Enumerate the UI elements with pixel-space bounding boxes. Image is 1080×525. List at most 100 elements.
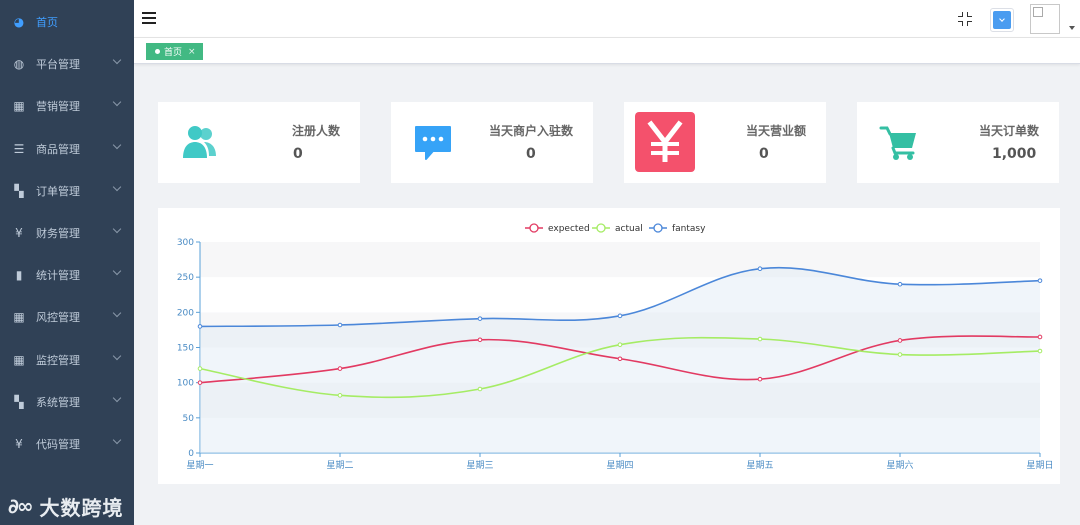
line-chart-panel: 0 50 100 150 200 250 300 星期一 星期二 星期三 星期四 星期五 星期六 星期日 e… xyxy=(158,208,1060,484)
sidebar-item-label: 统计管理 xyxy=(36,269,80,283)
hamburger-menu-icon[interactable] xyxy=(142,12,156,24)
data-point-actual xyxy=(337,393,343,398)
sidebar-item[interactable]: ◍ 平台管理 xyxy=(0,43,134,85)
legend-marker xyxy=(596,223,606,233)
y-tick-label: 150 xyxy=(177,344,194,354)
sidebar-item[interactable]: ▚ 系统管理 xyxy=(0,381,134,423)
size-select-button[interactable] xyxy=(990,8,1014,32)
data-point-actual xyxy=(1037,348,1043,354)
card-title: 当天商户入驻数 xyxy=(488,124,573,138)
dashboard-icon: ◕ xyxy=(13,15,25,29)
data-point-expected xyxy=(1037,334,1043,340)
table-icon: ▦ xyxy=(13,352,25,367)
sidebar-item-label: 订单管理 xyxy=(36,184,80,198)
data-point-actual xyxy=(757,336,763,342)
sidebar-item-label: 风控管理 xyxy=(36,311,80,325)
sidebar: ◕ 首页 ◍ 平台管理 ▦ 营销管理 ☰ 商品管理 ▚ 订单管理 ¥ 财务管理 ▮ 统计管理 ▦ 风控管理 ▦ 监… xyxy=(0,0,134,525)
data-point-fantasy xyxy=(477,316,483,321)
data-point-actual xyxy=(197,366,203,371)
data-point-expected xyxy=(897,338,903,343)
y-tick-label: 50 xyxy=(183,414,195,424)
close-icon[interactable]: × xyxy=(188,47,196,57)
table-icon: ▦ xyxy=(13,310,25,325)
yen-icon: ¥ xyxy=(15,226,23,240)
sidebar-item[interactable]: ¥ 财务管理 xyxy=(0,212,134,254)
chevron-down-icon xyxy=(112,309,122,318)
sidebar-item[interactable]: ◕ 首页 xyxy=(0,1,134,43)
sidebar-item[interactable]: ▦ 营销管理 xyxy=(0,85,134,127)
data-point-expected xyxy=(617,356,623,362)
card-register-count[interactable]: 注册人数 0 xyxy=(158,102,360,183)
card-title: 当天订单数 xyxy=(978,124,1039,138)
message-icon xyxy=(403,112,463,172)
sidebar-item[interactable]: ▦ 监控管理 xyxy=(0,339,134,381)
y-tick-label: 100 xyxy=(177,379,194,389)
table-icon: ▦ xyxy=(13,99,25,114)
sidebar-item-label: 财务管理 xyxy=(36,227,80,240)
tag-home[interactable]: 首页 × xyxy=(146,43,203,60)
y-tick-label: 200 xyxy=(177,308,194,318)
chevron-down-icon xyxy=(112,393,122,403)
data-point-expected xyxy=(337,366,343,371)
broken-image-icon xyxy=(1033,7,1043,17)
sidebar-item-label: 代码管理 xyxy=(36,438,80,451)
x-tick-label: 星期五 xyxy=(746,460,773,471)
chevron-down-icon xyxy=(112,98,122,107)
globe-icon: ◍ xyxy=(13,57,25,72)
card-order-count[interactable]: 当天订单数 1,000 xyxy=(857,102,1059,183)
sidebar-item[interactable]: ▚ 订单管理 xyxy=(0,170,134,212)
avatar[interactable] xyxy=(1030,4,1060,34)
fullscreen-icon[interactable] xyxy=(958,12,972,26)
grid-band xyxy=(200,242,1040,278)
watermark-text: 大数跨境 xyxy=(39,495,124,520)
chevron-down-icon xyxy=(112,55,122,65)
sidebar-item-label: 商品管理 xyxy=(36,142,80,156)
legend-label: expected xyxy=(548,224,590,234)
shopping-cart-icon xyxy=(869,112,929,172)
peoples-icon xyxy=(170,112,230,172)
yen-icon xyxy=(635,112,695,172)
data-point-fantasy xyxy=(757,266,763,272)
data-point-expected xyxy=(477,337,483,343)
data-point-fantasy xyxy=(617,313,623,319)
chevron-down-icon xyxy=(112,435,122,445)
chevron-down-icon xyxy=(112,224,122,234)
list-icon: ☰ xyxy=(13,141,25,156)
x-tick-label: 星期四 xyxy=(606,460,633,471)
card-merchant-count[interactable]: 当天商户入驻数 0 xyxy=(391,102,593,183)
caret-down-icon[interactable] xyxy=(1069,26,1075,30)
x-tick-label: 星期三 xyxy=(466,460,493,471)
card-value: 0 xyxy=(759,146,769,162)
active-dot-icon xyxy=(155,49,160,54)
grid-icon: ▚ xyxy=(14,183,24,198)
legend-marker xyxy=(529,223,539,233)
sidebar-item[interactable]: ¥ 代码管理 xyxy=(0,423,134,465)
sidebar-item-label: 监控管理 xyxy=(36,353,80,367)
y-tick-label: 0 xyxy=(188,449,194,459)
x-tick-label: 星期六 xyxy=(886,459,913,471)
line-chart: 0 50 100 150 200 250 300 星期一 星期二 星期三 星期四 星期五 星期六 星期日 e… xyxy=(177,223,1054,471)
card-value: 0 xyxy=(526,146,536,162)
y-tick-label: 300 xyxy=(177,238,194,248)
data-point-actual xyxy=(617,342,623,347)
grid-icon: ▚ xyxy=(14,394,24,409)
sidebar-item[interactable]: ▮ 统计管理 xyxy=(0,254,134,296)
x-tick-label: 星期二 xyxy=(326,460,353,471)
data-point-actual xyxy=(897,352,903,357)
legend-label: fantasy xyxy=(672,224,706,234)
sidebar-item-label: 平台管理 xyxy=(36,58,80,72)
legend-label: actual xyxy=(615,224,643,234)
card-revenue[interactable]: 当天营业额 0 xyxy=(624,102,826,183)
data-point-fantasy xyxy=(337,322,343,328)
sidebar-item[interactable]: ▦ 风控管理 xyxy=(0,296,134,338)
y-tick-label: 250 xyxy=(177,273,194,283)
sidebar-item[interactable]: ☰ 商品管理 xyxy=(0,128,134,170)
data-point-actual xyxy=(477,386,483,392)
card-value: 0 xyxy=(293,146,303,162)
navbar xyxy=(134,0,1080,38)
tag-label: 首页 xyxy=(164,48,183,58)
card-title: 注册人数 xyxy=(291,124,340,138)
chevron-down-icon xyxy=(112,140,122,149)
watermark-logo: ∂∞ xyxy=(8,494,34,518)
chevron-down-icon xyxy=(112,351,122,360)
